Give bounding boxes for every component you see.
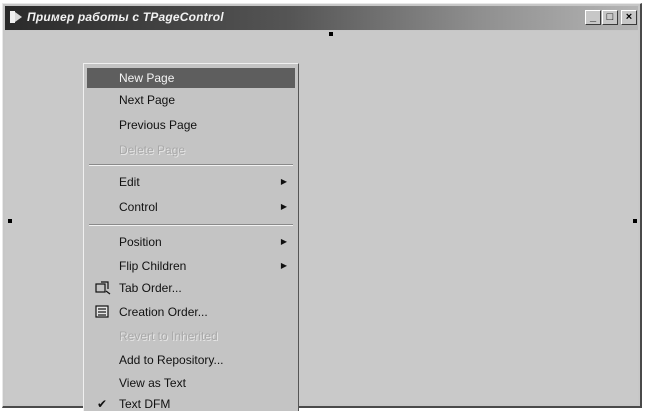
menu-item-label: Revert to Inherited: [119, 329, 218, 343]
menu-item-flip-children[interactable]: Flip Children ▶: [87, 256, 295, 276]
selection-handle-right[interactable]: [633, 219, 637, 223]
menu-item-new-page[interactable]: New Page: [87, 68, 295, 88]
menu-item-label: Previous Page: [119, 118, 198, 132]
menu-item-label: View as Text: [119, 376, 186, 390]
checkmark-icon: ✔: [97, 397, 108, 411]
maximize-icon: □: [606, 11, 614, 23]
menu-item-tab-order[interactable]: Tab Order...: [87, 278, 295, 298]
close-icon: ×: [625, 11, 633, 23]
menu-item-delete-page: Delete Page: [87, 140, 295, 160]
menu-item-add-to-repository[interactable]: Add to Repository...: [87, 350, 295, 370]
window-title: Пример работы с TPageControl: [27, 10, 224, 24]
menu-item-control[interactable]: Control ▶: [87, 197, 295, 217]
menu-item-label: Creation Order...: [119, 305, 208, 319]
menu-item-label: Next Page: [119, 93, 176, 107]
title-bar[interactable]: Пример работы с TPageControl _ □ ×: [5, 6, 638, 30]
selection-handle-left[interactable]: [8, 219, 12, 223]
menu-separator: [89, 164, 293, 166]
submenu-arrow-icon: ▶: [280, 237, 287, 246]
context-menu: New Page Next Page Previous Page Delete …: [83, 63, 299, 411]
menu-item-label: Text DFM: [119, 397, 171, 411]
selection-handle-top[interactable]: [329, 32, 333, 36]
menu-item-label: Control: [119, 200, 158, 214]
menu-item-previous-page[interactable]: Previous Page: [87, 115, 295, 135]
menu-item-revert-to-inherited: Revert to Inherited: [87, 326, 295, 346]
submenu-arrow-icon: ▶: [280, 177, 287, 186]
tab-order-icon: [95, 281, 111, 295]
menu-item-label: Edit: [119, 175, 140, 189]
menu-item-label: Tab Order...: [119, 281, 182, 295]
menu-item-edit[interactable]: Edit ▶: [87, 172, 295, 192]
menu-item-position[interactable]: Position ▶: [87, 232, 295, 252]
menu-item-label: Add to Repository...: [119, 353, 224, 367]
creation-order-icon: [95, 305, 109, 318]
menu-item-label: New Page: [119, 71, 175, 85]
menu-item-view-as-text[interactable]: View as Text: [87, 373, 295, 393]
maximize-button[interactable]: □: [602, 10, 618, 25]
close-button[interactable]: ×: [621, 10, 637, 25]
submenu-arrow-icon: ▶: [280, 202, 287, 211]
menu-item-label: Flip Children: [119, 259, 187, 273]
form-icon: [10, 11, 22, 23]
menu-item-label: Position: [119, 235, 162, 249]
menu-separator: [89, 224, 293, 226]
minimize-button[interactable]: _: [585, 10, 601, 25]
menu-item-creation-order[interactable]: Creation Order...: [87, 302, 295, 322]
menu-item-label: Delete Page: [119, 143, 186, 157]
minimize-icon: _: [589, 11, 597, 23]
menu-item-text-dfm[interactable]: ✔ Text DFM: [87, 394, 295, 414]
submenu-arrow-icon: ▶: [280, 261, 287, 270]
menu-item-next-page[interactable]: Next Page: [87, 90, 295, 110]
